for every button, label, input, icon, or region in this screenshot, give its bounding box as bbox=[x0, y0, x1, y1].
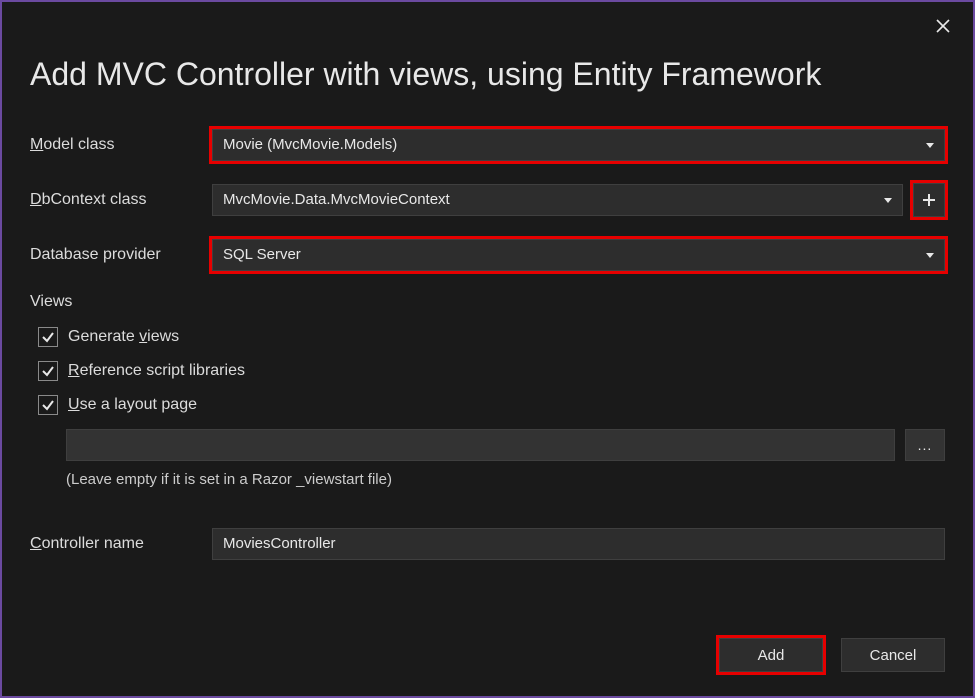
check-icon bbox=[41, 398, 55, 412]
check-icon bbox=[41, 330, 55, 344]
add-dbcontext-button[interactable] bbox=[913, 183, 945, 217]
db-provider-label: Database provider bbox=[30, 246, 212, 264]
layout-path-row: ... bbox=[66, 429, 945, 461]
controller-name-input[interactable]: MoviesController bbox=[212, 528, 945, 560]
close-button[interactable] bbox=[927, 10, 959, 42]
dialog-button-row: Add Cancel bbox=[719, 638, 945, 672]
generate-views-label: Generate views bbox=[68, 328, 179, 346]
use-layout-checkbox[interactable] bbox=[38, 395, 58, 415]
dbcontext-row: DbContext class MvcMovie.Data.MvcMovieCo… bbox=[30, 183, 945, 217]
model-class-combobox[interactable]: Movie (MvcMovie.Models) bbox=[212, 129, 945, 161]
model-class-label: Model class bbox=[30, 136, 212, 154]
reference-scripts-checkbox[interactable] bbox=[38, 361, 58, 381]
chevron-down-icon bbox=[884, 185, 892, 215]
dbcontext-combobox[interactable]: MvcMovie.Data.MvcMovieContext bbox=[212, 184, 903, 216]
layout-hint: (Leave empty if it is set in a Razor _vi… bbox=[66, 471, 945, 488]
db-provider-combobox[interactable]: SQL Server bbox=[212, 239, 945, 271]
reference-scripts-label: Reference script libraries bbox=[68, 362, 245, 380]
views-section-header: Views bbox=[30, 293, 945, 311]
db-provider-value: SQL Server bbox=[223, 246, 301, 263]
reference-scripts-row: Reference script libraries bbox=[38, 361, 945, 381]
controller-name-label: Controller name bbox=[30, 535, 212, 553]
chevron-down-icon bbox=[926, 130, 934, 160]
use-layout-label: Use a layout page bbox=[68, 396, 197, 414]
dialog-title: Add MVC Controller with views, using Ent… bbox=[2, 2, 973, 93]
controller-name-row: Controller name MoviesController bbox=[30, 528, 945, 560]
chevron-down-icon bbox=[926, 240, 934, 270]
controller-name-value: MoviesController bbox=[223, 535, 336, 552]
form-area: Model class Movie (MvcMovie.Models) DbCo… bbox=[2, 93, 973, 560]
add-button[interactable]: Add bbox=[719, 638, 823, 672]
db-provider-row: Database provider SQL Server bbox=[30, 239, 945, 271]
dbcontext-value: MvcMovie.Data.MvcMovieContext bbox=[223, 191, 450, 208]
generate-views-checkbox[interactable] bbox=[38, 327, 58, 347]
plus-icon bbox=[921, 192, 937, 208]
layout-path-input[interactable] bbox=[66, 429, 895, 461]
use-layout-row: Use a layout page bbox=[38, 395, 945, 415]
cancel-button[interactable]: Cancel bbox=[841, 638, 945, 672]
browse-layout-button[interactable]: ... bbox=[905, 429, 945, 461]
check-icon bbox=[41, 364, 55, 378]
close-icon bbox=[935, 18, 951, 34]
model-class-row: Model class Movie (MvcMovie.Models) bbox=[30, 129, 945, 161]
dbcontext-label: DbContext class bbox=[30, 191, 212, 209]
model-class-value: Movie (MvcMovie.Models) bbox=[223, 136, 397, 153]
add-controller-dialog: Add MVC Controller with views, using Ent… bbox=[0, 0, 975, 698]
generate-views-row: Generate views bbox=[38, 327, 945, 347]
